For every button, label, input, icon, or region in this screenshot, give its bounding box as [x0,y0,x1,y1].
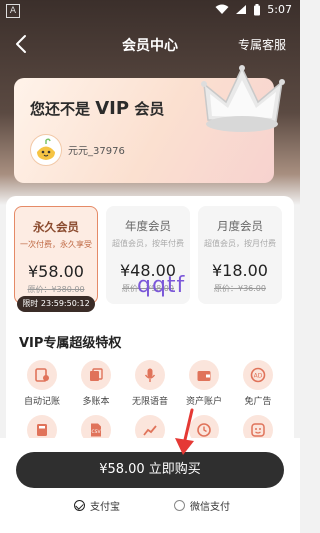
username: 元元_37976 [68,146,125,157]
svg-text:CSV: CSV [91,429,101,435]
countdown-badge: 限时 23:59:50:12 [17,296,95,312]
vip-status-text: 您还不是 VIP 会员 [30,98,165,119]
pay-option-alipay[interactable]: 支付宝 [74,498,120,513]
status-app-badge: A [6,4,20,18]
plan-lifetime[interactable]: 永久会员 一次付费，永久享受 ¥58.00 原价：¥380.00 [14,206,98,304]
no-ad-icon: AD [243,360,273,390]
auto-bookkeeping-icon [27,360,57,390]
multi-ledger-icon [81,360,111,390]
avatar [30,134,62,166]
feature-no-ads[interactable]: AD 免广告 [236,360,280,407]
svg-text:AD: AD [254,373,263,380]
wifi-icon [215,4,229,14]
signal-icon [236,5,247,14]
purchase-bar: ¥58.00 立即购买 支付宝 微信支付 [0,438,300,533]
red-arrow-icon [175,408,194,455]
feature-unlimited-voice[interactable]: 无限语音 [128,360,172,407]
feature-asset-account[interactable]: 资产账户 [182,360,226,407]
pay-option-wechat[interactable]: 微信支付 [174,498,230,513]
status-bar: A 5:07 [0,0,300,22]
alipay-radio[interactable] [74,500,85,511]
feature-multi-ledger[interactable]: 多账本 [74,360,118,407]
plan-monthly[interactable]: 月度会员 超值会员，按月付费 ¥18.00 原价：¥36.00 [198,206,282,304]
crown-icon [201,65,285,132]
wechat-radio[interactable] [174,500,185,511]
microphone-icon [135,360,165,390]
watermark-text: qqtf [137,273,186,298]
battery-icon [254,3,261,15]
feature-auto-bookkeeping[interactable]: 自动记账 [20,360,64,407]
top-nav: 会员中心 专属客服 [0,28,300,60]
buy-now-button[interactable]: ¥58.00 立即购买 [16,452,284,488]
customer-service-link[interactable]: 专属客服 [238,36,286,53]
status-time: 5:07 [267,3,292,16]
privileges-title: VIP专属超级特权 [19,336,122,351]
wallet-icon [189,360,219,390]
